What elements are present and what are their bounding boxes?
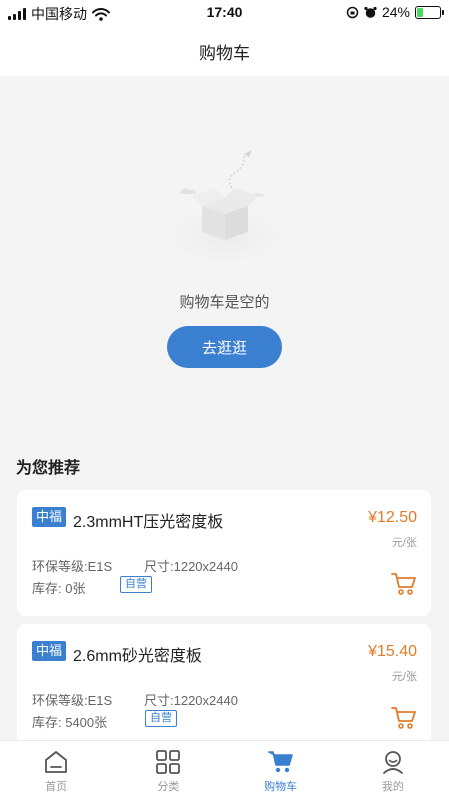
home-icon: [45, 751, 68, 773]
product-card[interactable]: 中福 2.3mmHT压光密度板 ¥12.50 元/张 环保等级:E1S 尺寸:1…: [17, 490, 431, 616]
product-size: 尺寸:1220x2440: [144, 559, 238, 574]
self-operated-badge: 自营: [120, 576, 152, 593]
price-unit: 元/张: [391, 537, 417, 549]
product-name[interactable]: 2.6mm砂光密度板: [73, 642, 202, 666]
tab-mine[interactable]: 我的: [337, 741, 449, 800]
brand-tag: 中福: [32, 507, 67, 527]
status-right: 24%: [346, 4, 444, 20]
tab-label: 购物车: [264, 781, 298, 793]
battery-icon: [415, 5, 444, 19]
grid-icon: [156, 750, 181, 774]
status-bar: 中国移动 17:40 24%: [0, 0, 449, 26]
product-card[interactable]: 中福 2.6mm砂光密度板 ¥15.40 元/张 环保等级:E1S 尺寸:122…: [17, 624, 431, 750]
tab-cart[interactable]: 购物车: [225, 741, 337, 800]
product-price: ¥12.50: [368, 509, 417, 526]
product-size: 尺寸:1220x2440: [144, 693, 238, 708]
add-to-cart-icon[interactable]: [391, 706, 417, 730]
recommend-title: 为您推荐: [16, 460, 81, 477]
tab-bar: 首页 分类 购物车 我的: [0, 740, 449, 800]
nav-bar: 购物车: [0, 26, 449, 76]
self-operated-badge: 自营: [145, 710, 177, 727]
empty-box-illustration: [167, 150, 283, 264]
tab-category[interactable]: 分类: [112, 741, 224, 800]
empty-cart-message: 购物车是空的: [179, 294, 270, 311]
user-icon: [382, 751, 403, 774]
eco-grade: 环保等级:E1S: [32, 693, 113, 708]
tab-label: 分类: [157, 781, 180, 793]
add-to-cart-icon[interactable]: [391, 572, 417, 596]
go-shopping-button[interactable]: 去逛逛: [167, 326, 282, 368]
stock-count: 库存: 5400张: [32, 715, 108, 730]
brand-tag: 中福: [32, 641, 67, 661]
battery-percent: 24%: [381, 4, 410, 20]
cart-icon: [267, 751, 293, 773]
tab-label: 首页: [45, 781, 68, 793]
alarm-icon: [364, 6, 377, 18]
price-unit: 元/张: [391, 671, 417, 683]
page-title: 购物车: [199, 43, 250, 63]
product-price: ¥15.40: [368, 643, 417, 660]
product-name[interactable]: 2.3mmHT压光密度板: [73, 508, 223, 532]
tab-label: 我的: [381, 781, 404, 793]
rotation-lock-icon: [346, 6, 359, 18]
tab-home[interactable]: 首页: [0, 741, 112, 800]
eco-grade: 环保等级:E1S: [32, 559, 113, 574]
stock-count: 库存: 0张: [32, 581, 86, 596]
